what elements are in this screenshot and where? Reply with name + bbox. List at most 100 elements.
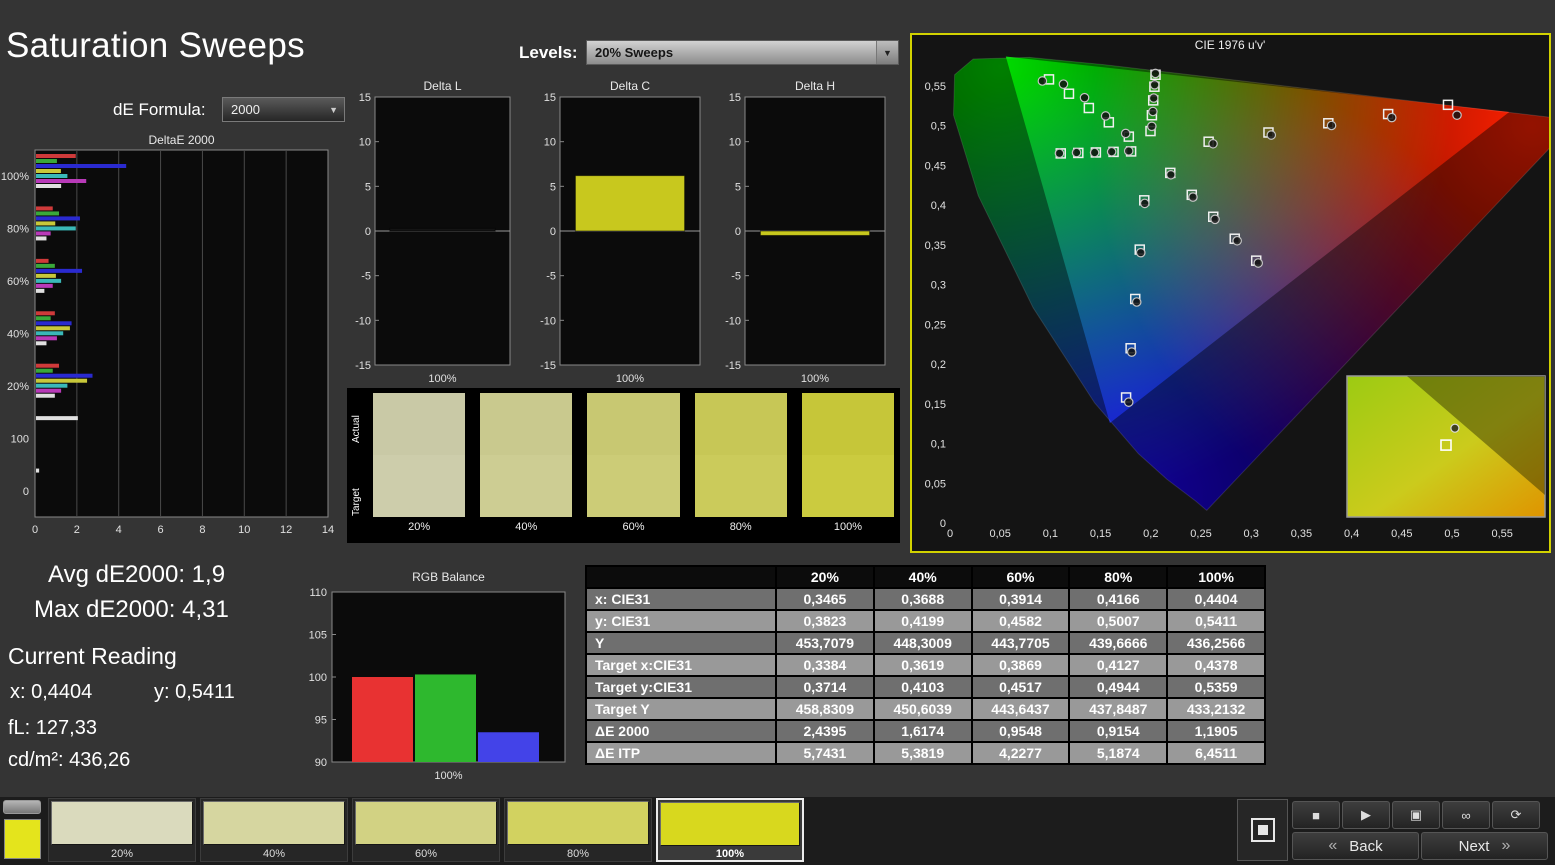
- patch-label: 60%: [414, 848, 438, 860]
- x-axis-label: 100%: [434, 770, 462, 782]
- table-cell: 0,5007: [1068, 609, 1169, 633]
- continuous-button[interactable]: ∞: [1442, 801, 1490, 829]
- patch-label: 40%: [262, 848, 286, 860]
- table-row: Target Y 458,8309 450,6039 443,6437 437,8487…: [585, 697, 1266, 721]
- cie-measured-marker-yellow: [1149, 79, 1160, 90]
- rgb-bar-red: [352, 677, 413, 762]
- levels-dropdown[interactable]: 20% Sweeps ▼: [586, 40, 899, 65]
- table-cell: 458,8309: [775, 697, 875, 721]
- swatch-label: 100%: [833, 521, 862, 533]
- table-row-label: ΔE 2000: [585, 719, 777, 743]
- y-tick-label: 105: [309, 630, 327, 642]
- cie-diagram-panel: CIE 1976 u'v' 0 0 0,05 0,05 0,1 0,1 0,15 0,15 0,2…: [910, 33, 1551, 553]
- table-row-label: Y: [585, 631, 777, 655]
- current-reading-heading: Current Reading: [8, 643, 177, 669]
- table-cell: 0,4199: [872, 609, 973, 633]
- y-tick-label: 5: [365, 181, 371, 193]
- x-tick-label: 0,4: [1344, 528, 1359, 540]
- next-button-label: Next: [1458, 837, 1490, 855]
- patch-label: 20%: [110, 848, 134, 860]
- pattern-window-button[interactable]: [1237, 799, 1288, 861]
- de-bar-yellow: [36, 378, 88, 383]
- y-tick-label: 0,3: [931, 280, 946, 292]
- swatch-40%: 40%: [480, 393, 573, 539]
- table-col-header: 60%: [970, 565, 1071, 589]
- swatch-80%: 80%: [694, 393, 787, 539]
- cie-measured-marker-yellow: [1148, 106, 1158, 117]
- category-label: 20%: [7, 381, 29, 393]
- x-tick-label: 0,45: [1391, 528, 1412, 540]
- cie-measured-marker-blue: [1135, 247, 1146, 258]
- back-button[interactable]: « Back: [1292, 832, 1419, 860]
- de-formula-dropdown[interactable]: 2000 ▼: [222, 97, 345, 122]
- bottom-toolbar: 20% 40% 60% 80% 100% ■ ▶ ▣ ∞ ⟳ « Back Next »: [0, 797, 1555, 865]
- cie-measured-marker-blue: [1126, 347, 1137, 357]
- patch-button-20%[interactable]: 20%: [48, 798, 196, 862]
- cie-measured-marker-blue: [1131, 297, 1142, 307]
- swatch-label: 60%: [622, 521, 645, 533]
- patch-button-40%[interactable]: 40%: [200, 798, 348, 862]
- table-cell: 0,3714: [775, 675, 875, 699]
- actual-color: [480, 393, 573, 455]
- swatch-60%: 60%: [587, 393, 680, 539]
- delta_h-bar: [759, 230, 871, 236]
- de-bar-white: [36, 393, 55, 398]
- window-icon: [1250, 818, 1275, 842]
- table-cell: 5,7431: [775, 741, 875, 765]
- swatch-box: [801, 393, 895, 517]
- de-bar-cyan: [36, 331, 64, 336]
- table-row-label: Target x:CIE31: [585, 653, 777, 677]
- de-formula-value: 2000: [231, 102, 260, 117]
- x-tick-label: 0,2: [1143, 528, 1158, 540]
- play-button[interactable]: ▶: [1342, 801, 1390, 829]
- y-tick-label: -5: [546, 271, 556, 283]
- refresh-button[interactable]: ⟳: [1492, 801, 1540, 829]
- de-formula-label: dE Formula:: [113, 100, 206, 119]
- cie-measured-marker-cyan: [1089, 147, 1100, 158]
- next-button[interactable]: Next »: [1421, 832, 1548, 860]
- chevron-right-icon: »: [1501, 837, 1511, 854]
- y-tick-label: 5: [550, 181, 556, 193]
- x-tick-label: 0,05: [989, 528, 1010, 540]
- table-cell: 0,4378: [1166, 653, 1266, 677]
- x-axis-label: 100%: [428, 373, 456, 385]
- table-col-header: 40%: [872, 565, 973, 589]
- rgb-balance-chart: RGB Balance 110 105 100 95 90 100%: [309, 570, 566, 782]
- x-tick-label: 14: [322, 524, 334, 536]
- table-cell: 450,6039: [872, 697, 973, 721]
- cie-1976-chart: CIE 1976 u'v' 00 0,05 0,05 0,1 0,1 0,15 0,15 0,2…: [925, 38, 1549, 540]
- patch-button-60%[interactable]: 60%: [352, 798, 500, 862]
- category-label: 100%: [1, 171, 29, 183]
- table-cell: 1,1905: [1166, 719, 1266, 743]
- measurement-table-grid: 20% 40% 60% 80% 100% x: CIE31 0,3465 0,3688 0,39…: [585, 565, 1266, 765]
- table-cell: 0,3384: [775, 653, 875, 677]
- y-tick-label: 95: [315, 715, 327, 727]
- cie-measured-marker-red: [1266, 130, 1277, 140]
- x-tick-label: 8: [199, 524, 205, 536]
- y-tick-label: -5: [731, 271, 741, 283]
- table-row: ΔE ITP 5,7431 5,3819 4,2277 5,1874 6,4511: [585, 741, 1266, 765]
- table-cell: 443,6437: [970, 697, 1071, 721]
- y-tick-label: 90: [315, 757, 327, 769]
- target-color: [801, 455, 895, 517]
- patch-button-100%[interactable]: 100%: [656, 798, 804, 862]
- patch-button-80%[interactable]: 80%: [504, 798, 652, 862]
- swatch-box: [694, 393, 787, 517]
- x-tick-label: 0,15: [1090, 528, 1111, 540]
- stop-button[interactable]: ■: [1292, 801, 1340, 829]
- de-bar-green: [36, 368, 53, 373]
- x-tick-label: 0: [947, 528, 953, 540]
- levels-label: Levels:: [519, 43, 578, 62]
- y-tick-label: 10: [359, 137, 371, 149]
- de-bar-magenta: [36, 283, 53, 288]
- collapse-button[interactable]: [3, 800, 41, 814]
- target-color: [694, 455, 787, 517]
- cie-measured-marker-magenta: [1188, 192, 1198, 202]
- capture-button[interactable]: ▣: [1392, 801, 1440, 829]
- cie-measured-marker-magenta: [1253, 258, 1264, 268]
- de-bar-cyan: [36, 278, 62, 283]
- cie-measured-marker-green: [1100, 111, 1111, 121]
- table-cell: 0,3914: [970, 587, 1071, 611]
- category-label: 60%: [7, 276, 29, 288]
- category-label: 0: [23, 486, 29, 498]
